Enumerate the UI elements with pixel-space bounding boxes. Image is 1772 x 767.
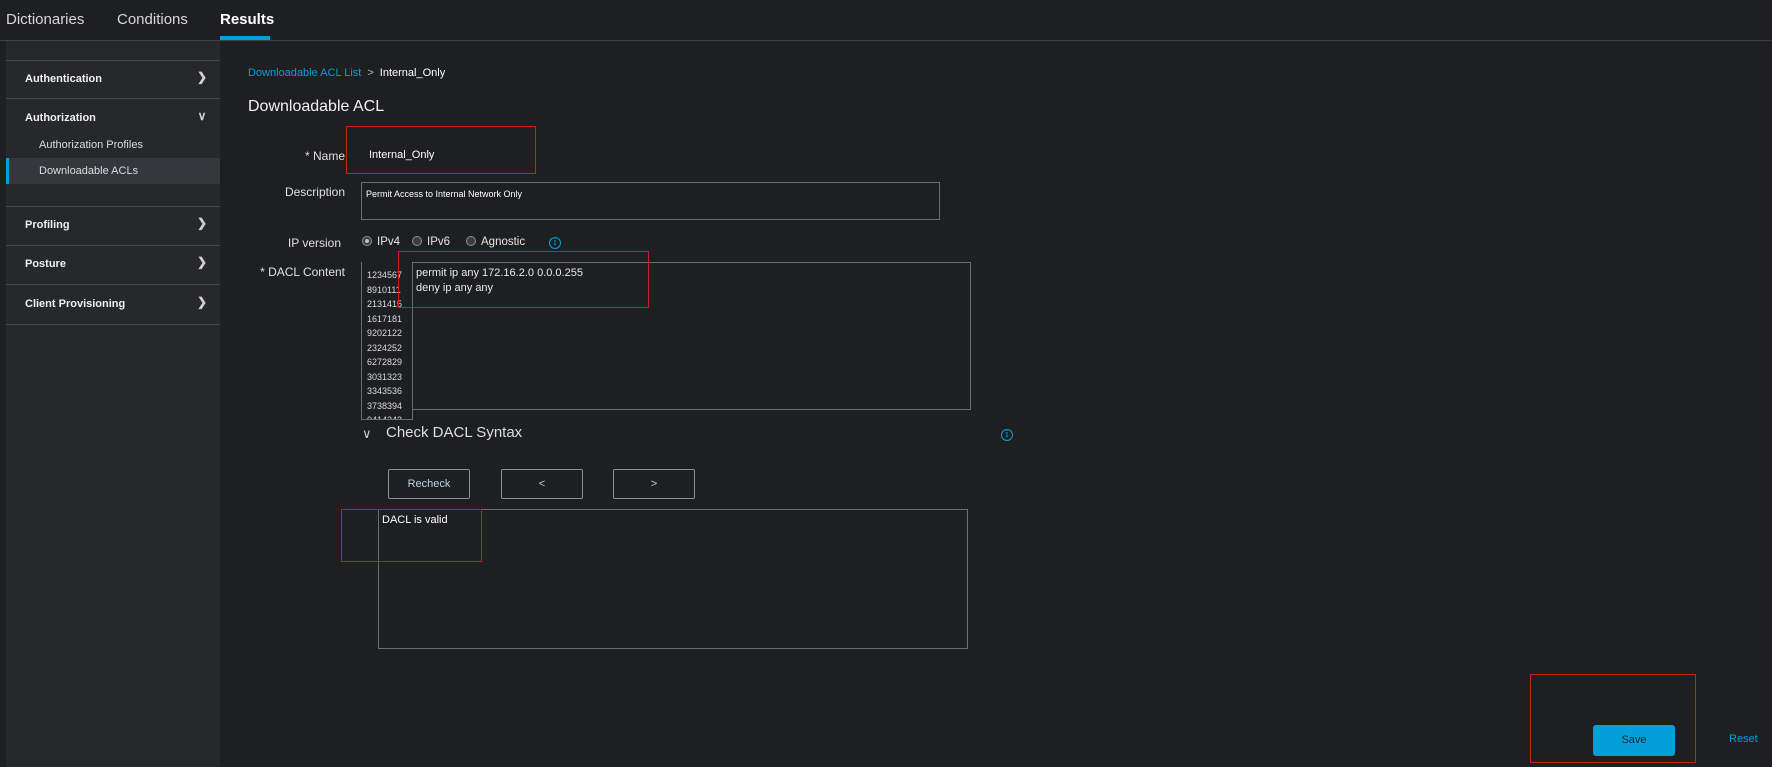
ip-version-label: IP version	[287, 236, 341, 250]
line-number: 3343536	[367, 386, 403, 396]
chevron-right-icon: ❯	[196, 70, 208, 84]
sidebar-item-label: Client Provisioning	[25, 298, 126, 310]
chevron-right-icon: ❯	[196, 216, 208, 230]
sidebar-item-downloadable-acls[interactable]: Downloadable ACLs	[6, 158, 220, 184]
radio-unchecked-icon	[466, 236, 476, 246]
line-number: 3031323	[367, 371, 403, 382]
sidebar-item-posture[interactable]: Posture ❯	[6, 246, 220, 282]
sidebar-item-label: Authentication	[25, 73, 102, 85]
chevron-down-icon: ∨	[197, 109, 207, 123]
active-tab-indicator	[220, 36, 270, 40]
info-icon[interactable]: i	[1001, 429, 1013, 441]
description-field[interactable]: Permit Access to Internal Network Only	[361, 182, 940, 220]
line-number: 3738394	[367, 400, 403, 411]
line-number: 0414243	[367, 415, 403, 420]
sidebar-item-label: Authorization	[25, 112, 96, 124]
line-number: 9202122	[367, 328, 403, 338]
sidebar-item-client-provisioning[interactable]: Client Provisioning ❯	[6, 286, 220, 322]
annotation-box-result	[341, 509, 482, 562]
sidebar-divider	[6, 324, 220, 325]
radio-unchecked-icon	[412, 236, 422, 246]
radio-label: IPv6	[427, 236, 451, 248]
next-button[interactable]: >	[613, 469, 695, 499]
recheck-button[interactable]: Recheck	[388, 469, 470, 499]
tab-results[interactable]: Results	[220, 11, 274, 28]
dacl-content-label: * DACL Content	[260, 265, 345, 279]
sidebar-item-authorization-profiles[interactable]: Authorization Profiles	[6, 132, 220, 158]
sidebar-item-profiling[interactable]: Profiling ❯	[6, 207, 220, 243]
check-dacl-syntax-toggle[interactable]: Check DACL Syntax	[386, 424, 522, 441]
previous-button[interactable]: <	[501, 469, 583, 499]
radio-label: IPv4	[377, 236, 401, 248]
breadcrumb-separator: >	[367, 67, 374, 79]
radio-checked-icon	[362, 236, 372, 246]
sidebar-item-label: Downloadable ACLs	[39, 165, 139, 177]
annotation-box-dacl-content	[398, 251, 649, 308]
radio-label: Agnostic	[481, 236, 526, 248]
sidebar-item-authorization[interactable]: Authorization ∨	[6, 100, 220, 136]
sidebar-item-authentication[interactable]: Authentication ❯	[6, 61, 220, 97]
annotation-box-save	[1530, 674, 1696, 763]
radio-ipv4[interactable]: IPv4	[362, 236, 400, 248]
radio-agnostic[interactable]: Agnostic	[466, 236, 525, 248]
line-number: 1617181	[367, 313, 403, 324]
chevron-down-icon[interactable]: ∨	[362, 426, 372, 442]
info-icon[interactable]: i	[549, 237, 561, 249]
breadcrumb-link-acl-list[interactable]: Downloadable ACL List	[248, 67, 361, 79]
reset-link[interactable]: Reset	[1729, 733, 1758, 745]
name-label: * Name	[304, 149, 345, 163]
sidebar-item-label: Authorization Profiles	[39, 139, 143, 151]
sidebar-item-label: Profiling	[25, 219, 70, 231]
top-tab-bar: Dictionaries Conditions Results	[0, 0, 1772, 41]
tab-conditions[interactable]: Conditions	[117, 11, 188, 28]
line-number: 2324252	[367, 342, 403, 353]
sidebar-item-label: Posture	[25, 258, 66, 270]
annotation-box-name	[346, 126, 536, 174]
page-title: Downloadable ACL	[248, 98, 385, 115]
radio-ipv6[interactable]: IPv6	[412, 236, 450, 248]
tab-dictionaries[interactable]: Dictionaries	[6, 11, 84, 28]
line-number: 6272829	[367, 357, 403, 367]
description-value: Permit Access to Internal Network Only	[366, 189, 523, 199]
breadcrumb-current: Internal_Only	[379, 67, 446, 79]
sidebar: Authentication ❯ Authorization ∨ Authori…	[6, 41, 220, 767]
chevron-right-icon: ❯	[196, 295, 208, 309]
chevron-right-icon: ❯	[196, 255, 208, 269]
sidebar-divider	[6, 98, 220, 99]
sidebar-divider	[6, 284, 220, 285]
breadcrumb: Downloadable ACL List > Internal_Only	[248, 67, 445, 79]
description-label: Description	[284, 185, 345, 199]
